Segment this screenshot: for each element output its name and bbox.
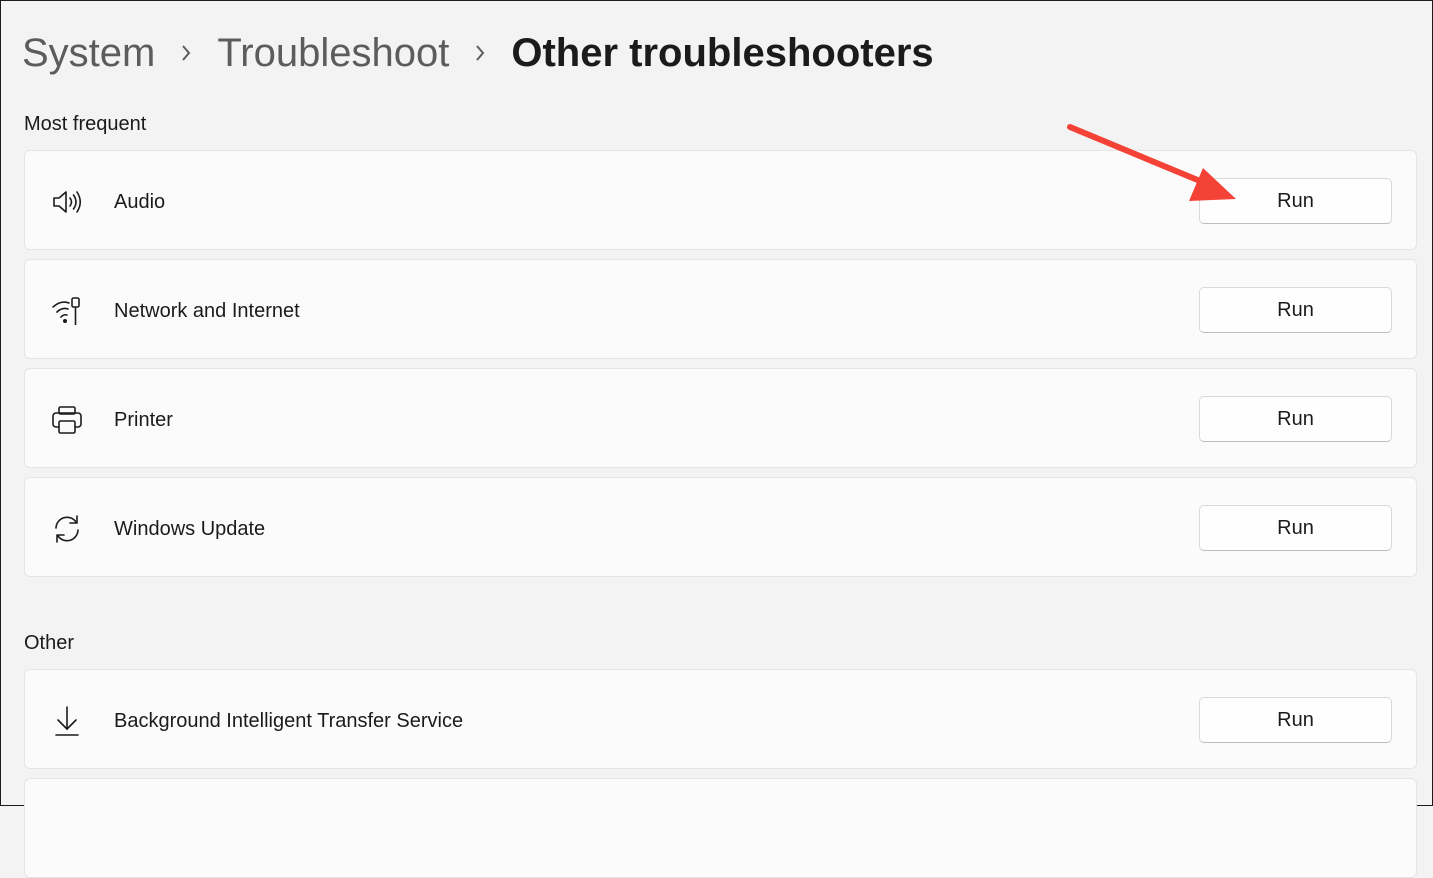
printer-run-button[interactable]: Run: [1199, 396, 1392, 442]
breadcrumb-troubleshoot[interactable]: Troubleshoot: [217, 28, 449, 78]
troubleshooter-label: Network and Internet: [114, 300, 300, 322]
troubleshooter-card-bits: Background Intelligent Transfer Service …: [24, 669, 1417, 769]
breadcrumb-system[interactable]: System: [22, 28, 155, 78]
chevron-right-icon: [449, 44, 511, 62]
troubleshooter-label: Audio: [114, 191, 166, 213]
bits-run-button[interactable]: Run: [1199, 697, 1392, 743]
troubleshooter-card-printer: Printer Run: [24, 368, 1417, 468]
printer-icon: [51, 404, 83, 436]
breadcrumb: System Troubleshoot Other troubleshooter…: [22, 28, 934, 78]
wifi-icon: [51, 295, 83, 327]
network-run-button[interactable]: Run: [1199, 287, 1392, 333]
sync-icon: [51, 513, 83, 545]
troubleshooter-card-network: Network and Internet Run: [24, 259, 1417, 359]
troubleshooter-card-audio: Audio Run: [24, 150, 1417, 250]
download-icon: [51, 705, 83, 737]
page-title: Other troubleshooters: [511, 31, 934, 75]
troubleshooter-card-windows-update: Windows Update Run: [24, 477, 1417, 577]
chevron-right-icon: [155, 44, 217, 62]
troubleshooter-card-partial: [24, 778, 1417, 878]
troubleshooter-label: Background Intelligent Transfer Service: [114, 710, 464, 732]
troubleshooter-label: Printer: [114, 409, 173, 431]
troubleshooter-label: Windows Update: [114, 518, 266, 540]
windows-update-run-button[interactable]: Run: [1199, 505, 1392, 551]
audio-run-button[interactable]: Run: [1199, 178, 1392, 224]
section-title-most-frequent: Most frequent: [24, 113, 147, 135]
speaker-icon: [51, 186, 83, 218]
section-title-other: Other: [24, 632, 75, 654]
